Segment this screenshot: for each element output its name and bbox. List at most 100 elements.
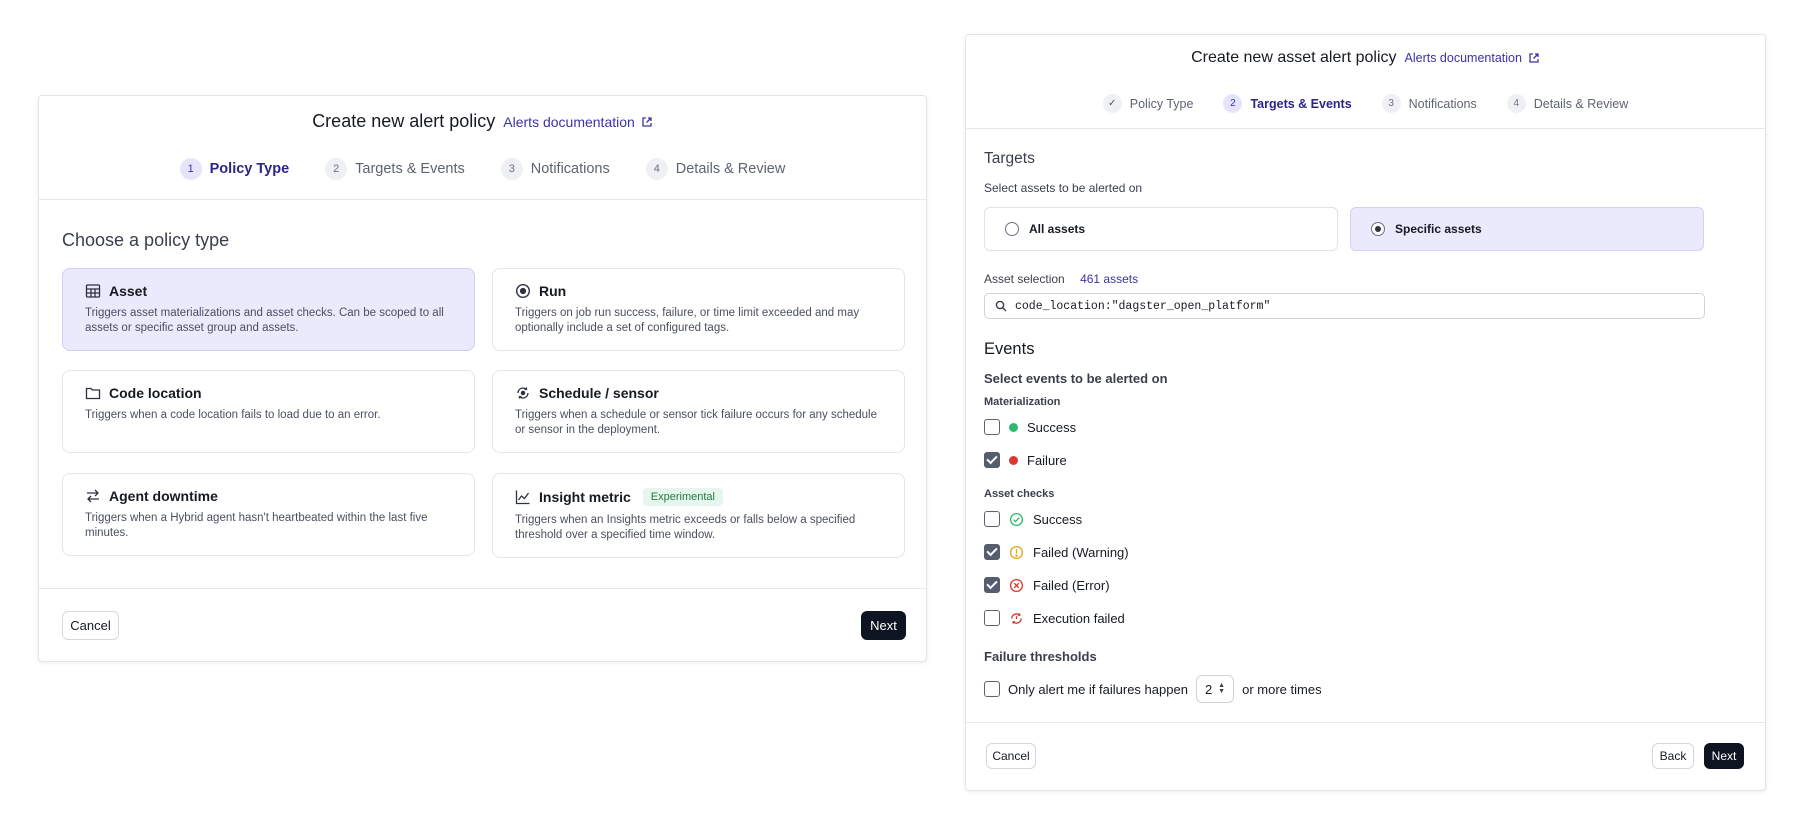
dialog-header: Create new asset alert policy Alerts doc… bbox=[966, 49, 1765, 67]
policy-card-asset[interactable]: Asset Triggers asset materializations an… bbox=[62, 268, 475, 351]
chart-icon bbox=[515, 490, 530, 505]
checkbox[interactable] bbox=[984, 511, 1000, 527]
policy-card-code-location[interactable]: Code location Triggers when a code locat… bbox=[62, 370, 475, 453]
step-targets-events[interactable]: 2 Targets & Events bbox=[325, 158, 465, 180]
step-notifications[interactable]: 3 Notifications bbox=[1381, 94, 1477, 113]
checkbox-checked[interactable] bbox=[984, 544, 1000, 560]
cancel-button[interactable]: Cancel bbox=[986, 743, 1036, 769]
event-label: Success bbox=[1027, 419, 1077, 435]
dialog-title: Create new asset alert policy bbox=[1191, 49, 1397, 66]
policy-card-schedule-sensor[interactable]: Schedule / sensor Triggers when a schedu… bbox=[492, 370, 905, 453]
option-label: All assets bbox=[1029, 222, 1086, 236]
asset-selection-search bbox=[984, 293, 1705, 319]
targets-subheading: Select assets to be alerted on bbox=[984, 181, 1143, 195]
step-details-review[interactable]: 4 Details & Review bbox=[645, 158, 786, 180]
card-description: Triggers when a Hybrid agent hasn't hear… bbox=[85, 512, 428, 539]
card-title: Code location bbox=[109, 385, 202, 401]
step-policy-type[interactable]: ✓ Policy Type bbox=[1102, 94, 1194, 113]
step-check-icon: ✓ bbox=[1102, 94, 1122, 113]
alerts-documentation-link[interactable]: Alerts documentation bbox=[1405, 51, 1540, 65]
step-policy-type[interactable]: 1 Policy Type bbox=[179, 158, 290, 180]
events-subheading: Select events to be alerted on bbox=[984, 371, 1168, 386]
asset-check-success-row[interactable]: Success bbox=[984, 511, 1082, 527]
step-label: Targets & Events bbox=[355, 161, 465, 177]
cancel-button[interactable]: Cancel bbox=[62, 611, 119, 640]
policy-card-insight-metric[interactable]: Insight metric Experimental Triggers whe… bbox=[492, 473, 905, 558]
asset-query-input[interactable] bbox=[1015, 299, 1695, 313]
failure-threshold-row: Only alert me if failures happen 2 ▲ ▼ or… bbox=[984, 675, 1322, 703]
next-button[interactable]: Next bbox=[861, 611, 906, 640]
checkbox-checked[interactable] bbox=[984, 577, 1000, 593]
step-notifications[interactable]: 3 Notifications bbox=[500, 158, 610, 180]
step-number: 2 bbox=[1223, 94, 1243, 113]
card-title: Schedule / sensor bbox=[539, 385, 659, 401]
asset-count-link[interactable]: 461 assets bbox=[1080, 272, 1138, 286]
dialog-title: Create new alert policy bbox=[312, 111, 496, 131]
step-number: 1 bbox=[179, 158, 202, 180]
step-label: Policy Type bbox=[1129, 96, 1194, 111]
failure-thresholds-heading: Failure thresholds bbox=[984, 649, 1097, 664]
sensor-icon bbox=[517, 387, 529, 399]
header-divider bbox=[966, 128, 1765, 129]
checkbox[interactable] bbox=[984, 610, 1000, 626]
card-title: Insight metric bbox=[539, 489, 631, 505]
event-label: Execution failed bbox=[1033, 610, 1125, 626]
step-label: Details & Review bbox=[675, 161, 786, 177]
radio-button[interactable] bbox=[1005, 222, 1019, 236]
step-details-review[interactable]: 4 Details & Review bbox=[1506, 94, 1628, 113]
event-label: Failed (Warning) bbox=[1033, 544, 1129, 560]
option-label: Specific assets bbox=[1395, 222, 1482, 236]
footer-divider bbox=[39, 588, 926, 589]
search-icon bbox=[995, 300, 1007, 312]
card-description: Triggers on job run success, failure, or… bbox=[515, 307, 860, 334]
asset-check-error-row[interactable]: Failed (Error) bbox=[984, 577, 1110, 593]
step-targets-events[interactable]: 2 Targets & Events bbox=[1223, 94, 1352, 113]
threshold-prefix: Only alert me if failures happen bbox=[1008, 681, 1188, 697]
header-divider bbox=[39, 199, 926, 200]
checkbox-checked[interactable] bbox=[984, 452, 1000, 468]
checkbox[interactable] bbox=[984, 419, 1000, 435]
error-circle-icon bbox=[1009, 578, 1024, 592]
next-button[interactable]: Next bbox=[1704, 743, 1744, 769]
events-heading: Events bbox=[984, 340, 1035, 358]
all-assets-option[interactable]: All assets bbox=[984, 207, 1338, 251]
step-number: 3 bbox=[1381, 94, 1401, 113]
section-heading: Choose a policy type bbox=[62, 230, 230, 250]
experimental-badge: Experimental bbox=[642, 488, 723, 506]
card-description: Triggers asset materializations and asse… bbox=[85, 307, 444, 334]
step-number: 4 bbox=[1506, 94, 1526, 113]
materialization-failure-row[interactable]: Failure bbox=[984, 452, 1067, 468]
radio-button-selected[interactable] bbox=[1371, 222, 1385, 236]
threshold-stepper[interactable]: 2 ▲ ▼ bbox=[1195, 675, 1235, 703]
policy-card-run[interactable]: Run Triggers on job run success, failure… bbox=[492, 268, 905, 351]
policy-card-agent-downtime[interactable]: Agent downtime Triggers when a Hybrid ag… bbox=[62, 473, 475, 556]
threshold-suffix: or more times bbox=[1242, 681, 1322, 697]
swap-arrows-icon bbox=[87, 489, 99, 503]
failure-dot-icon bbox=[1009, 455, 1018, 465]
table-icon bbox=[85, 284, 101, 298]
asset-check-execution-failed-row[interactable]: Execution failed bbox=[984, 610, 1125, 626]
external-link-icon bbox=[1529, 53, 1539, 63]
footer-divider bbox=[966, 722, 1765, 723]
materialization-success-row[interactable]: Success bbox=[984, 419, 1076, 435]
asset-check-warning-row[interactable]: Failed (Warning) bbox=[984, 544, 1129, 560]
alert-policy-dialog: Create new alert policy Alerts documenta… bbox=[38, 95, 927, 662]
doc-link-label: Alerts documentation bbox=[1404, 51, 1522, 65]
alerts-documentation-link[interactable]: Alerts documentation bbox=[503, 114, 653, 130]
materialization-group-label: Materialization bbox=[984, 396, 1061, 408]
success-dot-icon bbox=[1009, 422, 1018, 432]
card-description: Triggers when a code location fails to l… bbox=[85, 409, 381, 421]
card-description: Triggers when an Insights metric exceeds… bbox=[515, 514, 856, 541]
checkbox[interactable] bbox=[984, 681, 1000, 697]
specific-assets-option[interactable]: Specific assets bbox=[1350, 207, 1704, 251]
event-label: Success bbox=[1033, 511, 1083, 527]
execution-failed-icon bbox=[1011, 612, 1022, 624]
card-title: Agent downtime bbox=[109, 488, 218, 504]
targets-heading: Targets bbox=[984, 150, 1035, 167]
step-number: 2 bbox=[325, 158, 348, 180]
asset-alert-policy-dialog: Create new asset alert policy Alerts doc… bbox=[965, 34, 1766, 791]
step-label: Policy Type bbox=[209, 161, 290, 177]
back-button[interactable]: Back bbox=[1652, 743, 1694, 769]
card-description: Triggers when a schedule or sensor tick … bbox=[515, 409, 877, 436]
step-number: 3 bbox=[500, 158, 523, 180]
